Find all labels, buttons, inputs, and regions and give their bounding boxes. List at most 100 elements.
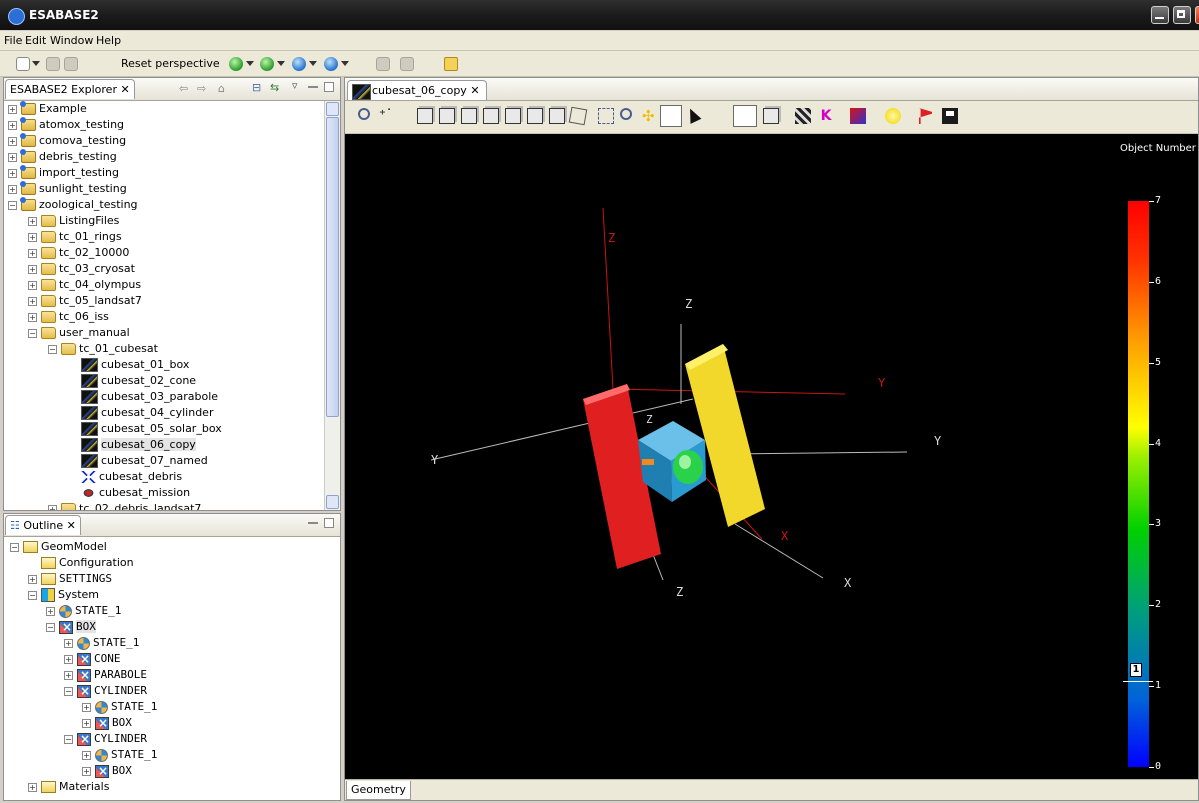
expand-icon[interactable]: + — [82, 702, 91, 712]
k-axis-icon[interactable]: K — [818, 108, 834, 124]
explorer-item[interactable]: + debris_testing — [8, 149, 117, 165]
close-icon[interactable]: ✕ — [120, 83, 129, 96]
explorer-item[interactable]: + sunlight_testing — [8, 181, 127, 197]
expand-icon[interactable]: + — [8, 136, 17, 146]
outline-item[interactable]: + Materials — [28, 779, 109, 795]
explorer-item[interactable]: + tc_01_rings — [28, 229, 122, 245]
explorer-item[interactable]: − zoological_testing — [8, 197, 138, 213]
explorer-item[interactable]: cubesat_06_copy — [68, 437, 196, 453]
marker-flag-icon[interactable] — [919, 108, 935, 124]
reset-perspective-button[interactable]: Reset perspective — [121, 57, 220, 70]
tab-geometry[interactable]: Geometry — [346, 781, 411, 800]
expand-icon[interactable]: + — [8, 120, 17, 130]
outline-item[interactable]: + PARABOLE — [64, 667, 147, 683]
rotate-icon[interactable] — [660, 105, 682, 127]
minimize-view-icon[interactable] — [308, 522, 318, 524]
tab-outline[interactable]: ☷ Outline ✕ — [5, 515, 81, 535]
maximize-view-icon[interactable] — [324, 82, 334, 92]
explorer-item[interactable]: + tc_02_10000 — [28, 245, 129, 261]
expand-icon[interactable]: + — [28, 574, 37, 584]
collapse-icon[interactable]: − — [28, 590, 37, 600]
debug-icon[interactable] — [292, 57, 306, 71]
collapse-icon[interactable]: − — [46, 622, 55, 632]
new-file-icon[interactable] — [16, 57, 30, 71]
expand-icon[interactable]: + — [64, 670, 73, 680]
expand-icon[interactable]: + — [28, 280, 37, 290]
prev-annotation-icon[interactable] — [400, 57, 414, 71]
expand-icon[interactable]: + — [64, 654, 73, 664]
wireframe-icon[interactable] — [733, 105, 757, 127]
scroll-up-icon[interactable] — [326, 102, 339, 116]
collapse-all-icon[interactable]: ⊟ — [252, 81, 261, 94]
outline-item[interactable]: + STATE_1 — [64, 635, 139, 651]
collapse-icon[interactable]: − — [10, 542, 19, 552]
expand-icon[interactable]: + — [28, 216, 37, 226]
link-editor-icon[interactable]: ⇆ — [270, 81, 279, 94]
explorer-item[interactable]: + import_testing — [8, 165, 119, 181]
explorer-item[interactable]: cubesat_07_named — [68, 453, 208, 469]
explorer-item[interactable]: + atomox_testing — [8, 117, 124, 133]
forward-icon[interactable]: ⇨ — [197, 82, 206, 95]
expand-icon[interactable]: + — [8, 152, 17, 162]
expand-icon[interactable]: + — [82, 718, 91, 728]
outline-item[interactable]: − GeomModel — [10, 539, 107, 555]
explorer-item[interactable]: + tc_05_landsat7 — [28, 293, 142, 309]
close-icon[interactable]: ✕ — [470, 84, 479, 97]
expand-icon[interactable]: + — [64, 638, 73, 648]
menu-edit[interactable]: Edit — [25, 34, 46, 47]
outline-item[interactable]: Configuration — [28, 555, 134, 571]
collapse-icon[interactable]: − — [28, 328, 37, 338]
external-tool-icon[interactable] — [324, 57, 338, 71]
zoom-box-icon[interactable] — [598, 108, 614, 124]
outline-item[interactable]: − BOX — [46, 619, 96, 635]
outline-item[interactable]: + SETTINGS — [28, 571, 112, 587]
menu-help[interactable]: Help — [96, 34, 121, 47]
maximize-button[interactable] — [1173, 6, 1191, 24]
zoom-icon[interactable] — [358, 108, 370, 120]
collapse-icon[interactable]: − — [64, 686, 73, 696]
view-left-icon[interactable] — [461, 108, 477, 124]
solid-view-icon[interactable] — [763, 108, 779, 124]
explorer-item[interactable]: + comova_testing — [8, 133, 126, 149]
explorer-item[interactable]: cubesat_02_cone — [68, 373, 196, 389]
explorer-item[interactable]: cubesat_03_parabole — [68, 389, 218, 405]
explorer-item[interactable]: + Example — [8, 101, 87, 117]
expand-icon[interactable]: + — [46, 606, 55, 616]
scroll-down-icon[interactable] — [326, 495, 339, 509]
expand-icon[interactable]: + — [28, 248, 37, 258]
outline-item[interactable]: + BOX — [82, 763, 132, 779]
expand-icon[interactable]: + — [28, 296, 37, 306]
expand-icon[interactable]: + — [82, 750, 91, 760]
close-icon[interactable]: ✕ — [67, 519, 76, 532]
explorer-item[interactable]: cubesat_04_cylinder — [68, 405, 213, 421]
outline-item[interactable]: + STATE_1 — [82, 699, 157, 715]
3d-viewport[interactable]: Z Y X Y Z Y X Z Z Object Number 7 6 5 4 … — [345, 134, 1198, 780]
chevron-down-icon[interactable] — [246, 61, 254, 67]
outline-item[interactable]: + STATE_1 — [46, 603, 121, 619]
expand-icon[interactable]: + — [8, 184, 17, 194]
explorer-item[interactable]: + tc_02_debris_landsat7 — [48, 501, 201, 510]
explorer-item[interactable]: cubesat_05_solar_box — [68, 421, 222, 437]
expand-icon[interactable]: + — [48, 504, 57, 510]
view-front-icon[interactable] — [417, 108, 433, 124]
expand-icon[interactable]: + — [28, 264, 37, 274]
explorer-item[interactable]: cubesat_01_box — [68, 357, 189, 373]
collapse-icon[interactable]: − — [48, 344, 57, 354]
minimize-view-icon[interactable] — [308, 86, 318, 88]
explorer-item[interactable]: − tc_01_cubesat — [48, 341, 158, 357]
chevron-down-icon[interactable] — [277, 61, 285, 67]
run-icon[interactable] — [229, 57, 243, 71]
run-next-icon[interactable] — [260, 57, 274, 71]
chevron-down-icon[interactable] — [341, 61, 349, 67]
zoom-in-icon[interactable] — [620, 108, 632, 120]
maximize-view-icon[interactable] — [324, 518, 334, 528]
pan-icon[interactable]: ✣ — [642, 108, 658, 124]
select-arrow-icon[interactable] — [684, 106, 702, 124]
explorer-item[interactable]: cubesat_mission — [68, 485, 190, 501]
light-icon[interactable] — [885, 108, 901, 124]
explorer-item[interactable]: − user_manual — [28, 325, 130, 341]
save-image-icon[interactable] — [942, 108, 958, 124]
outline-item[interactable]: + CONE — [64, 651, 121, 667]
expand-icon[interactable]: + — [28, 312, 37, 322]
explorer-item[interactable]: + tc_04_olympus — [28, 277, 141, 293]
